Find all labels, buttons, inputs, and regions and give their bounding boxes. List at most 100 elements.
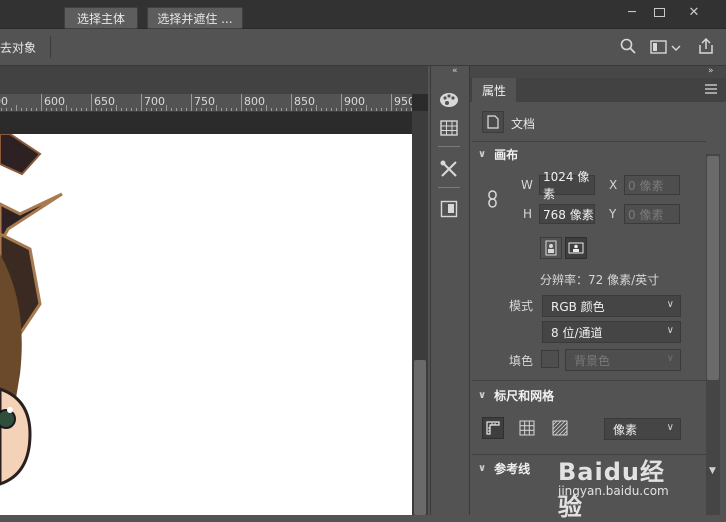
ruler-minor-tick — [46, 108, 47, 111]
ruler-minor-tick — [226, 108, 227, 111]
tab-properties[interactable]: 属性 — [472, 78, 516, 102]
ruler-minor-tick — [101, 108, 102, 111]
workspace-icon — [650, 40, 681, 54]
ruler-tick — [41, 94, 42, 111]
panel-menu-button[interactable] — [704, 83, 718, 95]
document-icon — [487, 115, 499, 129]
share-button[interactable] — [696, 36, 716, 56]
fill-color-swatch[interactable] — [541, 350, 559, 368]
chevron-down-icon: ∨ — [666, 299, 674, 310]
ruler-label: 750 — [194, 95, 215, 108]
maximize-button[interactable] — [643, 0, 675, 24]
baidu-watermark: Baidu经验 jingyan.baidu.com — [558, 452, 688, 521]
ruler-label: 650 — [94, 95, 115, 108]
tool-separator — [438, 187, 460, 188]
ruler-tick — [241, 94, 242, 111]
select-object-label-partial[interactable]: 去对象 — [0, 39, 36, 56]
ruler-minor-tick — [201, 108, 202, 111]
rulers-grid-section-header[interactable]: ∨ 标尺和网格 — [472, 383, 706, 407]
panel-divider — [472, 380, 706, 381]
ruler-minor-tick — [276, 108, 277, 111]
ruler-minor-tick — [206, 108, 207, 111]
canvas[interactable] — [0, 134, 412, 515]
ruler-minor-tick — [306, 108, 307, 111]
ruler-label: 800 — [244, 95, 265, 108]
ruler-tick — [191, 94, 192, 111]
select-subject-button[interactable]: 选择主体 — [64, 7, 138, 29]
ruler-minor-tick — [146, 108, 147, 111]
table-tool[interactable] — [437, 116, 461, 140]
bit-depth-select[interactable]: 8 位/通道 ∨ — [542, 321, 681, 343]
tool-separator — [438, 146, 460, 147]
color-mode-select[interactable]: RGB 颜色 ∨ — [542, 295, 681, 317]
options-divider — [50, 36, 51, 58]
width-field[interactable]: 1024 像素 — [539, 170, 595, 201]
x-label: X — [609, 178, 618, 192]
brush-settings-tool[interactable] — [437, 157, 461, 181]
close-button[interactable]: ✕ — [678, 0, 710, 24]
toggle-pixel-grid-button[interactable] — [549, 417, 571, 439]
ruler-minor-tick — [221, 108, 222, 111]
x-field[interactable]: 0 像素 — [624, 175, 680, 195]
ruler-minor-tick — [381, 108, 382, 111]
ruler-minor-tick — [126, 108, 127, 111]
canvas-scroll-thumb[interactable] — [414, 360, 426, 515]
toggle-grid-button[interactable] — [516, 417, 538, 439]
collapse-strip-icon[interactable]: « — [452, 66, 458, 76]
horizontal-ruler[interactable]: 00 600 650 700 750 800 850 900 950 — [0, 94, 412, 112]
link-dimensions-button[interactable] — [486, 190, 500, 208]
bit-depth-value: 8 位/通道 — [551, 325, 603, 340]
ruler-minor-tick — [311, 108, 312, 111]
workspace-switcher[interactable] — [650, 38, 684, 56]
ruler-minor-tick — [401, 108, 402, 111]
chevron-down-icon: ∨ — [666, 353, 674, 364]
search-button[interactable] — [620, 38, 638, 56]
height-field[interactable]: 768 像素 — [539, 204, 595, 224]
toggle-rulers-button[interactable] — [482, 417, 504, 439]
fill-value: 背景色 — [574, 353, 611, 368]
ruler-minor-tick — [66, 105, 67, 111]
ruler-minor-tick — [116, 105, 117, 111]
swatches-tool[interactable] — [437, 88, 461, 112]
ruler-minor-tick — [106, 108, 107, 111]
ruler-minor-tick — [296, 108, 297, 111]
ruler-minor-tick — [16, 105, 17, 111]
portrait-orientation-button[interactable] — [540, 237, 562, 259]
canvas-section-header[interactable]: ∨ 画布 — [472, 142, 706, 166]
pixel-grid-icon — [552, 420, 568, 436]
rulers-grid-section-title: 标尺和网格 — [494, 388, 555, 403]
ruler-minor-tick — [321, 108, 322, 111]
mode-label: 模式 — [509, 299, 534, 313]
ruler-minor-tick — [31, 108, 32, 111]
canvas-section-title: 画布 — [494, 147, 519, 162]
ruler-minor-tick — [71, 108, 72, 111]
ruler-minor-tick — [256, 108, 257, 111]
select-and-mask-button[interactable]: 选择并遮住 ... — [147, 7, 243, 29]
ruler-minor-tick — [131, 108, 132, 111]
libraries-tool[interactable] — [437, 197, 461, 221]
color-mode-value: RGB 颜色 — [551, 299, 605, 314]
chevron-down-icon: ∨ — [478, 462, 487, 474]
ruler-minor-tick — [361, 108, 362, 111]
ruler-minor-tick — [331, 108, 332, 111]
y-field[interactable]: 0 像素 — [624, 204, 680, 224]
guides-section-title: 参考线 — [494, 461, 531, 476]
ruler-units-select[interactable]: 像素 ∨ — [604, 418, 681, 440]
collapse-panel-icon[interactable]: » — [708, 66, 714, 76]
scroll-down-arrow[interactable]: ▼ — [709, 466, 716, 476]
landscape-orientation-button[interactable] — [565, 237, 587, 259]
chevron-down-icon: ∨ — [478, 389, 487, 401]
ruler-minor-tick — [166, 105, 167, 111]
panel-scroll-thumb[interactable] — [707, 156, 719, 380]
ruler-minor-tick — [156, 108, 157, 111]
ruler-minor-tick — [171, 108, 172, 111]
tools-icon — [440, 160, 457, 177]
share-icon — [699, 37, 713, 54]
ruler-minor-tick — [1, 108, 2, 111]
minimize-icon: ─ — [628, 4, 636, 20]
ruler-minor-tick — [301, 108, 302, 111]
height-label: H — [523, 207, 533, 221]
ruler-minor-tick — [81, 108, 82, 111]
y-label: Y — [609, 207, 617, 221]
fill-select[interactable]: 背景色 ∨ — [565, 349, 681, 371]
